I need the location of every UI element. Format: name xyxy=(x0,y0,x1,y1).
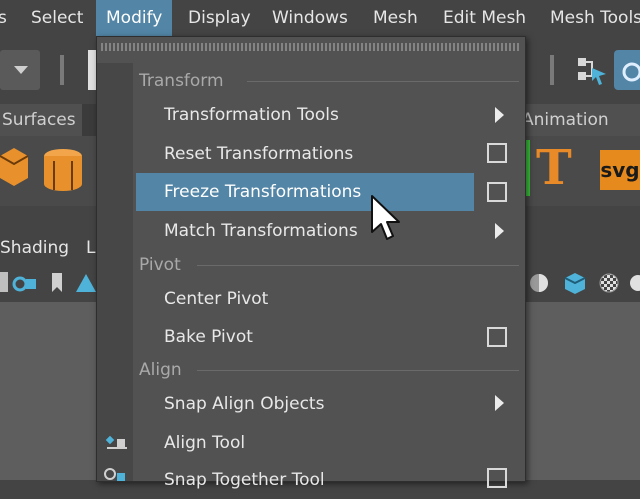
menu-item-match-transformations[interactable]: Match Transformations xyxy=(136,212,474,250)
section-divider xyxy=(197,265,519,266)
menu-item-align-tool[interactable]: Align Tool xyxy=(136,424,474,462)
section-header-pivot: Pivot xyxy=(139,255,181,275)
shelf-separator xyxy=(526,140,530,196)
menu-item-label: Bake Pivot xyxy=(164,327,253,347)
option-box-icon[interactable] xyxy=(487,327,507,347)
wireframe-cube-icon[interactable] xyxy=(562,270,588,296)
text-tool-icon[interactable]: T xyxy=(536,140,572,196)
toolbar-separator xyxy=(60,55,64,85)
panel-menu-lighting[interactable]: L xyxy=(86,230,95,266)
menu-item-reset-transformations[interactable]: Reset Transformations xyxy=(136,135,474,173)
menu-item-snap-together-tool[interactable]: Snap Together Tool xyxy=(136,461,474,499)
menu-item-snap-align-objects[interactable]: Snap Align Objects xyxy=(136,385,474,423)
menu-item-label: Freeze Transformations xyxy=(164,182,362,202)
svg-tool-icon[interactable]: svg xyxy=(600,150,640,190)
shelf-tab-animation[interactable]: Animation xyxy=(516,104,640,136)
menu-item-center-pivot[interactable]: Center Pivot xyxy=(136,280,474,318)
align-tool-icon xyxy=(105,431,129,451)
snap-toggle-icon[interactable] xyxy=(614,50,640,90)
menu-item-label: Snap Align Objects xyxy=(164,394,325,414)
camera-icon[interactable] xyxy=(12,272,38,294)
menu-item-label: Reset Transformations xyxy=(164,144,354,164)
select-hierarchy-icon[interactable] xyxy=(576,54,610,88)
option-box-icon[interactable] xyxy=(487,468,507,488)
menu-item-label: Match Transformations xyxy=(164,221,358,241)
bookmark-icon[interactable] xyxy=(50,272,64,294)
section-divider xyxy=(247,81,519,82)
toolbar-separator xyxy=(550,55,554,85)
menu-display[interactable]: Display xyxy=(188,0,251,36)
modify-menu: Transform Transformation Tools Reset Tra… xyxy=(96,36,526,490)
menu-mesh-tools[interactable]: Mesh Tools xyxy=(550,0,640,36)
shelf-tab-surfaces[interactable]: Surfaces xyxy=(0,104,82,136)
menu-modify[interactable]: Modify xyxy=(96,0,173,36)
submenu-arrow-icon xyxy=(495,107,504,123)
menu-item-label: Align Tool xyxy=(164,433,246,453)
menu-select[interactable]: Select xyxy=(31,0,83,36)
checker-texture-icon[interactable] xyxy=(598,272,620,294)
menu-item-label: Snap Together Tool xyxy=(164,470,325,490)
menu-item-label: Center Pivot xyxy=(164,289,269,309)
option-box-icon[interactable] xyxy=(487,182,507,202)
menu-mesh[interactable]: Mesh xyxy=(373,0,418,36)
submenu-arrow-icon xyxy=(495,395,504,411)
menu-windows[interactable]: Windows xyxy=(272,0,348,36)
toolbar-field[interactable] xyxy=(88,50,96,90)
menu-item-freeze-transformations[interactable]: Freeze Transformations xyxy=(136,173,474,211)
menu-item-bake-pivot[interactable]: Bake Pivot xyxy=(136,318,474,356)
snap-together-icon xyxy=(103,465,127,481)
section-header-transform: Transform xyxy=(139,71,224,91)
submenu-arrow-icon xyxy=(495,223,504,239)
option-box-icon[interactable] xyxy=(487,143,507,163)
menu-icon-gutter xyxy=(97,63,133,481)
menu-bar: s Select Modify Display Windows Mesh Edi… xyxy=(0,0,640,36)
section-divider xyxy=(197,370,519,371)
menu-item-label: Transformation Tools xyxy=(164,105,339,125)
poly-cylinder-icon[interactable] xyxy=(42,146,84,194)
menu-item-transformation-tools[interactable]: Transformation Tools xyxy=(136,96,474,134)
chevron-down-icon xyxy=(14,66,28,74)
shading-sphere-icon[interactable] xyxy=(528,272,550,294)
menu-edit-mesh[interactable]: Edit Mesh xyxy=(443,0,526,36)
panel-icon-edge[interactable] xyxy=(0,272,8,292)
mouse-cursor-icon xyxy=(370,194,402,244)
grid-plane-icon[interactable] xyxy=(76,272,96,294)
poly-cube-icon[interactable] xyxy=(0,146,29,192)
menu-prev-item[interactable]: s xyxy=(0,0,7,36)
lighting-icon[interactable] xyxy=(628,272,640,294)
panel-menu-shading[interactable]: Shading xyxy=(0,230,69,266)
section-header-align: Align xyxy=(139,360,182,380)
menu-tearoff-handle[interactable] xyxy=(101,43,521,51)
